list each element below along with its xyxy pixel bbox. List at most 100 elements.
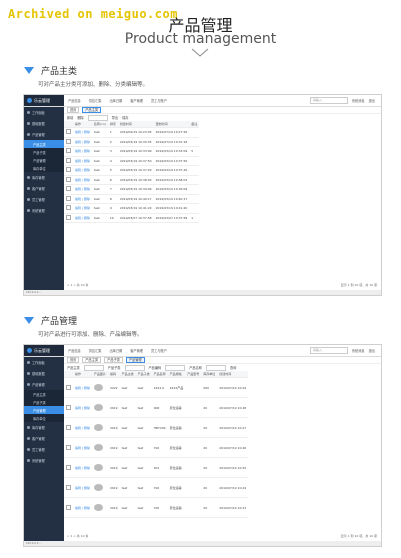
tab-category[interactable]: 产品主类 (82, 107, 102, 113)
row-checkbox[interactable] (66, 384, 71, 390)
row-checkbox[interactable] (66, 148, 71, 154)
sidebar-item-products[interactable]: 产品管理 (24, 379, 64, 390)
tab-category[interactable]: 产品主类 (82, 357, 102, 363)
tab-subcategory[interactable]: 产品子类 (104, 357, 123, 363)
table-row[interactable]: 编辑 | 删除 2019 test test 700 原位运输 20 2019/07/19 1… (64, 437, 249, 458)
sidebar-sub-category[interactable]: 产品主类 (24, 390, 64, 398)
table-row[interactable]: 编辑 | 删除 2019 test test 700 原位运输 20 2019/07/19 1… (64, 497, 249, 518)
table-row[interactable]: 编辑 | 删除 test 3 2019/03/19 10:33:09 2019/03/1… (64, 146, 200, 157)
row-checkbox[interactable] (66, 444, 71, 450)
table-row[interactable]: 编辑 | 删除 2019 test test HB7209 原位运输 20 2019/07/1… (64, 417, 249, 438)
sidebar-item-products[interactable]: 产品管理 (24, 129, 64, 140)
query-button[interactable]: 查询 (230, 365, 236, 370)
sidebar-item-stock[interactable]: 库存管理 (24, 172, 64, 183)
sidebar-sub-category[interactable]: 产品主类 (24, 140, 64, 148)
row-actions[interactable]: 编辑 | 删除 (73, 377, 92, 398)
save-button[interactable]: 保存 (122, 115, 128, 120)
nav-item[interactable]: 客户管理 (126, 98, 147, 103)
nav-item[interactable]: 供应汇集 (85, 348, 106, 353)
table-row[interactable]: 编辑 | 删除 2222 test test 2222-0 2222产品 200 2019/0… (64, 377, 249, 398)
filter-input[interactable] (83, 364, 104, 371)
filter-input[interactable] (165, 364, 186, 371)
row-actions[interactable]: 编辑 | 删除 (73, 175, 92, 185)
row-checkbox[interactable] (66, 464, 71, 470)
row-checkbox[interactable] (66, 176, 71, 182)
sidebar-item-customers[interactable]: 客户管理 (24, 183, 64, 194)
table-row[interactable]: 编辑 | 删除 test 7 2019/03/19 10:39:09 2019/03/1… (64, 184, 200, 195)
row-checkbox[interactable] (66, 129, 71, 135)
sidebar-sub-unit[interactable]: 库存单位 (24, 414, 64, 422)
sidebar-item-staff[interactable]: 员工管理 (24, 444, 64, 455)
sidebar-sub-unit[interactable]: 库存单位 (24, 164, 64, 172)
filter-input[interactable] (206, 364, 226, 371)
add-button[interactable]: 新增 (67, 115, 73, 120)
filter-input[interactable] (87, 114, 108, 121)
row-checkbox[interactable] (66, 157, 71, 163)
row-checkbox[interactable] (66, 484, 71, 490)
row-actions[interactable]: 编辑 | 删除 (73, 184, 92, 195)
search-input[interactable]: 请输入 (309, 97, 348, 104)
table-row[interactable]: 编辑 | 删除 test 5 2019/03/19 10:37:20 2019/03/1… (64, 165, 200, 176)
row-actions[interactable]: 编辑 | 删除 (73, 417, 92, 438)
row-actions[interactable]: 编辑 | 删除 (73, 203, 92, 214)
logout-link[interactable]: 退出 (369, 98, 375, 103)
row-actions[interactable]: 编辑 | 删除 (73, 457, 92, 478)
row-checkbox[interactable] (66, 186, 71, 192)
row-checkbox[interactable] (66, 424, 71, 430)
sidebar-sub-products[interactable]: 产品管理 (24, 156, 64, 164)
sidebar-item-staff[interactable]: 员工管理 (24, 194, 64, 205)
sidebar-item-dashboard[interactable]: 工作面板 (24, 107, 64, 118)
sidebar-item-stock[interactable]: 库存管理 (24, 422, 64, 433)
sidebar-item-system[interactable]: 系统管理 (24, 455, 64, 466)
table-row[interactable]: 编辑 | 删除 test 4 2019/03/19 10:37:50 2019/03/1… (64, 156, 200, 166)
nav-item[interactable]: 员工与账户 (147, 348, 171, 353)
row-actions[interactable]: 编辑 | 删除 (73, 397, 92, 418)
row-actions[interactable]: 编辑 | 删除 (73, 497, 92, 518)
nav-item[interactable]: 客户管理 (126, 348, 147, 353)
nav-item[interactable]: 产品信息 (64, 348, 85, 353)
table-row[interactable]: 编辑 | 删除 test 8 2019/03/19 10:40:17 2019/03/1… (64, 194, 200, 204)
table-row[interactable]: 编辑 | 删除 test 9 2019/03/19 10:41:20 2019/03/1… (64, 203, 200, 214)
nav-item[interactable]: 产品信息 (64, 98, 85, 103)
table-row[interactable]: 编辑 | 删除 2019 test test 700 原位运输 20 2019/07/19 1… (64, 477, 249, 498)
table-row[interactable]: 编辑 | 删除 test 1 2019/04/19 10:23:05 2019/07/1… (64, 127, 200, 138)
delete-button[interactable]: 删除 (77, 115, 83, 120)
row-actions[interactable]: 编辑 | 删除 (73, 477, 92, 498)
messages-link[interactable]: 系统消息 (352, 348, 365, 353)
row-checkbox[interactable] (66, 138, 71, 144)
row-checkbox[interactable] (66, 214, 71, 220)
table-row[interactable]: 编辑 | 删除 test 6 2019/03/19 10:38:03 2019/03/1… (64, 175, 200, 185)
sidebar-sub-subcategory[interactable]: 产品子类 (24, 148, 64, 156)
nav-item[interactable]: 员工与账户 (147, 98, 171, 103)
table-row[interactable]: 编辑 | 删除 2019 test test 006 原位运输 20 2019/07/19 1… (64, 397, 249, 418)
filter-input[interactable] (124, 364, 145, 371)
sidebar-sub-subcategory[interactable]: 产品子类 (24, 398, 64, 406)
tab-home[interactable]: 首页 (67, 107, 80, 113)
sidebar-item-system[interactable]: 系统管理 (24, 205, 64, 216)
sidebar-item-basics[interactable]: 基础数据 (24, 368, 64, 379)
row-actions[interactable]: 编辑 | 删除 (73, 137, 92, 147)
tab-home[interactable]: 首页 (67, 357, 80, 363)
row-actions[interactable]: 编辑 | 删除 (73, 194, 92, 204)
row-actions[interactable]: 编辑 | 删除 (73, 165, 92, 176)
messages-link[interactable]: 系统消息 (352, 98, 365, 103)
row-checkbox[interactable] (66, 404, 71, 410)
logout-link[interactable]: 退出 (369, 348, 375, 353)
table-row[interactable]: 编辑 | 删除 test 10 2019/03/07 10:37:58 2019/03/… (64, 213, 200, 223)
sidebar-sub-products[interactable]: 产品管理 (24, 406, 64, 414)
table-row[interactable]: 编辑 | 删除 2019 test test 301 原位运输 20 2019/07/19 1… (64, 457, 249, 478)
row-actions[interactable]: 编辑 | 删除 (73, 146, 92, 157)
row-actions[interactable]: 编辑 | 删除 (73, 213, 92, 223)
nav-item[interactable]: 出库日期 (106, 98, 127, 103)
nav-item[interactable]: 出库日期 (106, 348, 127, 353)
pagination[interactable]: < 1 > 共 10 条 (67, 283, 89, 287)
sidebar-item-customers[interactable]: 客户管理 (24, 433, 64, 444)
row-actions[interactable]: 编辑 | 删除 (73, 127, 92, 138)
row-checkbox[interactable] (66, 504, 71, 510)
row-actions[interactable]: 编辑 | 删除 (73, 156, 92, 166)
sidebar-item-basics[interactable]: 基础数据 (24, 118, 64, 129)
row-checkbox[interactable] (66, 205, 71, 211)
row-actions[interactable]: 编辑 | 删除 (73, 437, 92, 458)
export-button[interactable]: 导出 (112, 115, 118, 120)
pagination[interactable]: < 1 > 共 10 条 (67, 534, 89, 538)
